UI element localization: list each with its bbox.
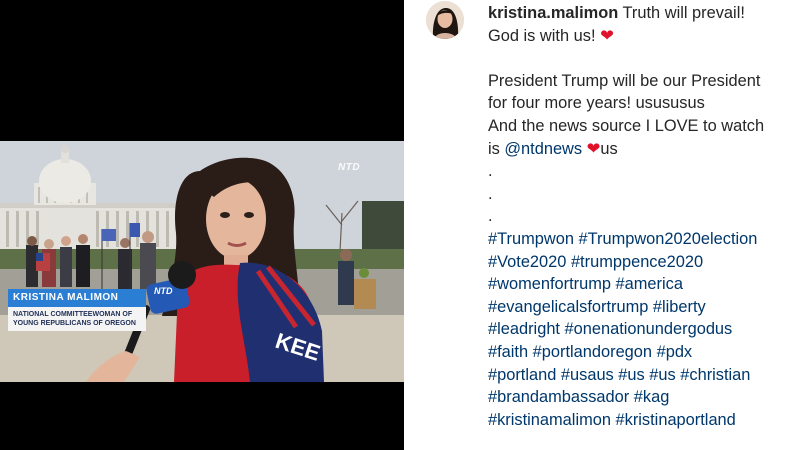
hashtag-line[interactable]: #kristinamalimon #kristinaportland: [488, 409, 793, 432]
hashtag-line[interactable]: #faith #portlandoregon #pdx: [488, 341, 793, 364]
hashtag-line[interactable]: #portland #usaus #us #us #christian: [488, 364, 793, 387]
caption-line: President Trump will be our President: [488, 71, 761, 90]
profile-avatar[interactable]: [426, 1, 464, 39]
caption-dot: .: [488, 207, 493, 226]
username-link[interactable]: kristina.malimon: [488, 4, 618, 22]
video-scene: KEE: [0, 141, 404, 382]
heart-emoji-icon: ❤: [600, 26, 614, 45]
media-pane[interactable]: KEE NTD NTD KRISTINA MALIMON NATIONAL CO…: [0, 0, 404, 450]
caption-pane: kristina.malimon Truth will prevail! God…: [404, 0, 800, 450]
caption-text: Truth will prevail!: [622, 4, 745, 22]
caption-line: God is with us! ❤: [488, 25, 793, 48]
mention-link[interactable]: @ntdnews: [504, 140, 582, 158]
caption-text: is: [488, 139, 500, 158]
channel-logo: NTD: [338, 162, 361, 173]
caption-text: us: [600, 139, 618, 158]
caption-dot: .: [488, 184, 493, 203]
post-caption: kristina.malimon Truth will prevail! God…: [488, 2, 793, 431]
hashtag-line[interactable]: #evangelicalsfortrump #liberty: [488, 296, 793, 319]
heart-emoji-icon: ❤: [586, 139, 601, 158]
lower-third-title-line1: NATIONAL COMMITTEEWOMAN OF: [13, 311, 133, 318]
lower-third-name: KRISTINA MALIMON: [8, 289, 146, 307]
caption-dot: .: [488, 162, 493, 181]
hashtag-line[interactable]: #womenfortrump #america: [488, 273, 793, 296]
lower-third-title: NATIONAL COMMITTEEWOMAN OF YOUNG REPUBLI…: [8, 307, 146, 331]
avatar-image: [426, 1, 464, 39]
lower-third-title-line2: YOUNG REPUBLICANS OF OREGON: [13, 320, 136, 327]
evergreen: [362, 201, 404, 257]
hashtag-line[interactable]: #Vote2020 #trumppence2020: [488, 251, 793, 274]
caption-line: is @ntdnews ❤us: [488, 138, 793, 161]
caption-text: God is with us!: [488, 26, 596, 45]
lower-third: KRISTINA MALIMON NATIONAL COMMITTEEWOMAN…: [8, 289, 146, 331]
caption-line: And the news source I LOVE to watch: [488, 116, 765, 135]
hashtag-line[interactable]: #leadright #onenationundergodus: [488, 318, 793, 341]
mic-flag-label: NTD: [154, 286, 173, 296]
caption-line: kristina.malimon Truth will prevail!: [488, 2, 793, 25]
video-frame[interactable]: KEE: [0, 141, 404, 382]
caption-line: for four more years! usususus: [488, 94, 705, 113]
hashtag-line[interactable]: #brandambassador #kag: [488, 386, 793, 409]
hashtag-line[interactable]: #Trumpwon #Trumpwon2020election: [488, 228, 793, 251]
